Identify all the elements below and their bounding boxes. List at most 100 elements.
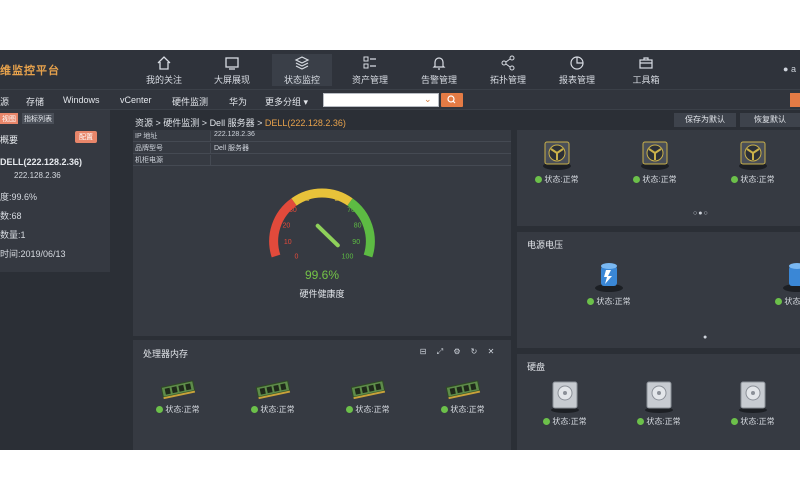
nav-report-manage[interactable]: 报表管理: [547, 54, 607, 86]
memory-module[interactable]: 状态:正常: [148, 376, 208, 415]
disk-item[interactable]: 状态:正常: [629, 378, 689, 427]
tab-metric-list[interactable]: 指标列表: [22, 113, 54, 124]
fan-item[interactable]: 状态:正常: [723, 138, 783, 185]
gauge-tick-label: 70: [347, 207, 355, 214]
bell-icon: [432, 57, 446, 70]
check-icon: [731, 176, 739, 183]
gauge-tick-label: 80: [354, 222, 362, 229]
row-value: Dell 服务器: [210, 143, 249, 154]
pie-chart-icon: [570, 56, 584, 70]
nav-asset-manage[interactable]: 资产管理: [340, 54, 400, 86]
group-item-vcenter[interactable]: vCenter: [120, 95, 152, 105]
save-default-button[interactable]: 保存为默认: [674, 113, 736, 127]
config-button[interactable]: 配置: [75, 131, 97, 143]
psu-item[interactable]: 状态:正常: [579, 258, 639, 307]
row-value: [210, 155, 214, 166]
row-key: 品牌型号: [135, 145, 163, 152]
nav-topology-manage[interactable]: 拓扑管理: [478, 54, 538, 86]
breadcrumb-item[interactable]: 资源: [135, 118, 153, 128]
topology-icon: [501, 55, 515, 71]
disk-item[interactable]: 状态:正常: [535, 378, 595, 427]
check-icon: [346, 406, 354, 413]
table-row: IP 地址 222.128.2.36: [133, 130, 511, 142]
nav-label: 工具箱: [632, 75, 660, 85]
side-button[interactable]: [790, 93, 800, 107]
fan-pager[interactable]: ○●○: [693, 210, 709, 217]
group-item[interactable]: 源: [0, 95, 9, 108]
disk-panel: 硬盘 状态:正常 状态:正常 状态:正常: [517, 354, 800, 450]
close-icon[interactable]: ✕: [486, 347, 496, 356]
status-ok: 状态:正常: [527, 174, 587, 185]
nav-label: 资产管理: [351, 75, 388, 85]
group-toolbar: 源 存储 Windows vCenter 硬件监测 华为 更多分组 ▾ ⌄: [0, 90, 800, 110]
gauge-tick-label: 0: [295, 254, 299, 261]
fan-item[interactable]: 状态:正常: [625, 138, 685, 185]
group-item-huawei[interactable]: 华为: [229, 95, 247, 108]
minimize-icon[interactable]: ⊟: [418, 347, 428, 356]
disk-title: 硬盘: [527, 362, 546, 372]
check-icon: [251, 406, 259, 413]
summary-panel: 视图 指标列表 概要 配置 DELL(222.128.2.36) 222.128…: [0, 110, 110, 272]
health-gauge: 0 10 20 30 40 50 60 70 80 90 100: [269, 188, 375, 261]
nav-big-screen[interactable]: 大屏展现: [202, 54, 262, 86]
nav-toolbox[interactable]: 工具箱: [616, 54, 676, 86]
health-value: 度:99.6%: [0, 192, 38, 202]
disk-item[interactable]: 状态:正常: [723, 378, 783, 427]
status-ok: 状态:正常: [767, 296, 800, 307]
group-item-windows[interactable]: Windows: [63, 95, 100, 105]
gauge-needle: [315, 223, 340, 248]
psu-title: 电源电压: [527, 240, 564, 250]
expand-icon[interactable]: ⤢: [435, 347, 445, 357]
nav-label: 拓扑管理: [489, 75, 526, 85]
time-value: 时间:2019/06/13: [0, 249, 66, 259]
memory-chip-icon: [350, 380, 386, 400]
psu-pager[interactable]: ●: [703, 334, 708, 341]
summary-title: 概要: [0, 135, 19, 145]
psu-item[interactable]: 状态:正常: [767, 258, 800, 307]
status-ok: 状态:正常: [629, 416, 689, 427]
gauge-tick-label: 90: [352, 239, 360, 246]
memory-module[interactable]: 状态:正常: [433, 376, 493, 415]
status-ok: 状态:正常: [579, 296, 639, 307]
group-item-hardware[interactable]: 硬件监测: [172, 95, 208, 108]
breadcrumb-item[interactable]: 硬件监测: [163, 118, 199, 128]
gauge-label: 硬件健康度: [299, 289, 345, 299]
memory-title: 处理器内存: [143, 349, 189, 359]
breadcrumb-item[interactable]: Dell 服务器: [210, 118, 255, 128]
page-margin: [0, 450, 800, 500]
gear-icon[interactable]: ⚙: [452, 347, 462, 356]
fan-icon: [543, 141, 571, 170]
group-item-storage[interactable]: 存储: [26, 95, 44, 108]
restore-default-button[interactable]: 恢复默认: [740, 113, 800, 127]
status-ok: 状态:正常: [723, 174, 783, 185]
brand-title: 维监控平台: [0, 65, 60, 77]
user-icon: ●: [783, 64, 789, 74]
nav-status-monitor[interactable]: 状态监控: [272, 54, 332, 86]
nav-label: 告警管理: [420, 75, 457, 85]
breadcrumb: 资源 > 硬件监测 > Dell 服务器 > DELL(222.128.2.36…: [135, 118, 346, 128]
gauge-tick-label: 100: [342, 254, 354, 261]
nav-label: 状态监控: [283, 75, 320, 85]
memory-module[interactable]: 状态:正常: [338, 376, 398, 415]
fan-panel: 状态:正常 状态:正常 状态:正常 ○●○: [517, 130, 800, 226]
gauge-tick-label: 50: [318, 192, 326, 199]
check-icon: [633, 176, 641, 183]
more-groups-dropdown[interactable]: 更多分组 ▾: [265, 95, 308, 108]
tab-view[interactable]: 视图: [0, 113, 18, 124]
status-ok: 状态:正常: [723, 416, 783, 427]
breadcrumb-current: DELL(222.128.2.36): [264, 118, 346, 128]
search-button[interactable]: [441, 93, 463, 107]
nav-alarm-manage[interactable]: 告警管理: [409, 54, 469, 86]
status-ok: 状态:正常: [433, 404, 493, 415]
count-value: 数:68: [0, 211, 22, 221]
refresh-icon[interactable]: ↻: [469, 347, 479, 356]
device-name: DELL(222.128.2.36): [0, 157, 83, 167]
home-icon: [157, 56, 171, 70]
nav-my-focus[interactable]: 我的关注: [134, 54, 194, 86]
user-menu[interactable]: ● a: [783, 64, 796, 74]
memory-module[interactable]: 状态:正常: [243, 376, 303, 415]
chevron-down-icon[interactable]: ⌄: [424, 94, 432, 105]
group-search-input[interactable]: [323, 93, 439, 107]
fan-item[interactable]: 状态:正常: [527, 138, 587, 185]
status-ok: 状态:正常: [148, 404, 208, 415]
